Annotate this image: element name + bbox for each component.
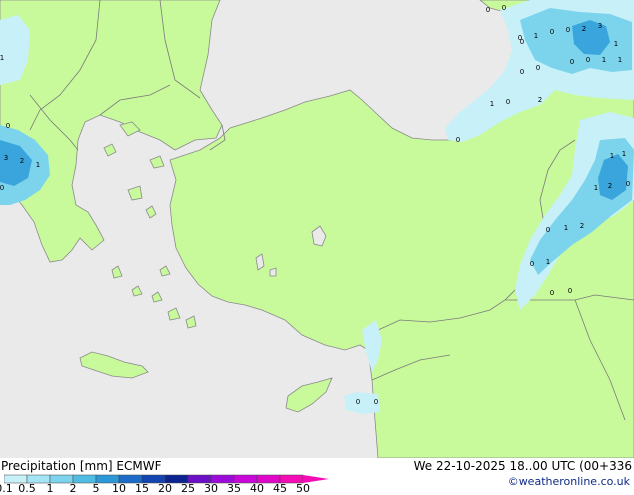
precip-value: 2 [538, 96, 542, 104]
legend-tick-label: 30 [204, 482, 218, 495]
precip-value: 1 [36, 161, 40, 169]
precip-value: 2 [582, 25, 586, 33]
precip-value: 0 [520, 68, 524, 76]
legend-tick-label: 2 [69, 482, 77, 495]
precip-value: 0 [502, 4, 506, 12]
legend-tick-label: 0.1 [0, 482, 13, 495]
product-label: Precipitation [mm] [1, 459, 113, 473]
weather-map-figure: 0 0 0 1 0 0 2 3 1 1 0 0 1 0 0 0 2 1 3 2 … [0, 0, 634, 495]
precip-value: 0 [566, 26, 570, 34]
legend-tick-label: 0.5 [18, 482, 36, 495]
precip-value: 1 [622, 150, 626, 158]
precip-value: 1 [618, 56, 622, 64]
legend-tick-label: 45 [273, 482, 287, 495]
precip-value: 0 [626, 180, 630, 188]
precip-value: 0 [506, 98, 510, 106]
precip-value: 1 [490, 100, 494, 108]
legend-tick-label: 15 [135, 482, 149, 495]
credit-label: ©weatheronline.co.uk [507, 475, 630, 488]
precip-value: 0 [356, 398, 360, 406]
legend-tick-label: 50 [296, 482, 310, 495]
precip-value: 1 [594, 184, 598, 192]
precip-value: 0 [550, 289, 554, 297]
precip-value: 0 [530, 260, 534, 268]
precip-value: 1 [0, 54, 4, 62]
precip-value: 0 [520, 38, 524, 46]
legend-tick-label: 40 [250, 482, 264, 495]
precip-value: 2 [580, 222, 584, 230]
legend-tick-label: 35 [227, 482, 241, 495]
valid-time-label: We 22-10-2025 18..00 UTC (00+336 [413, 459, 632, 473]
precip-value: 0 [550, 28, 554, 36]
legend-tick-label: 10 [112, 482, 126, 495]
precip-value: 3 [4, 154, 8, 162]
model-label: ECMWF [116, 459, 162, 473]
legend-tick-label: 1 [46, 482, 54, 495]
precip-value: 0 [374, 398, 378, 406]
map-title: Precipitation [mm] ECMWF [1, 459, 161, 473]
precipitation-map: 0 0 0 1 0 0 2 3 1 1 0 0 1 0 0 0 2 1 3 2 … [0, 0, 634, 458]
precip-value: 1 [614, 40, 618, 48]
precip-value: 0 [568, 287, 572, 295]
precip-value: 0 [570, 58, 574, 66]
precip-value: 0 [536, 64, 540, 72]
legend-tick-label: 20 [158, 482, 172, 495]
precip-value: 1 [534, 32, 538, 40]
precip-value: 1 [564, 224, 568, 232]
precip-value: 0 [586, 56, 590, 64]
precip-value: 0 [546, 226, 550, 234]
precip-value: 3 [598, 22, 602, 30]
precip-value: 2 [20, 157, 24, 165]
precip-value: 1 [610, 152, 614, 160]
precip-value: 0 [6, 122, 10, 130]
legend-tick-label: 5 [92, 482, 100, 495]
precip-value: 0 [0, 184, 4, 192]
legend-tick-label: 25 [181, 482, 195, 495]
precip-value: 0 [486, 6, 490, 14]
precip-value: 1 [602, 56, 606, 64]
map-footer: Precipitation [mm] ECMWF We 22-10-2025 1… [0, 458, 634, 495]
precip-value: 0 [456, 136, 460, 144]
precip-value: 2 [608, 182, 612, 190]
precip-value: 1 [546, 258, 550, 266]
